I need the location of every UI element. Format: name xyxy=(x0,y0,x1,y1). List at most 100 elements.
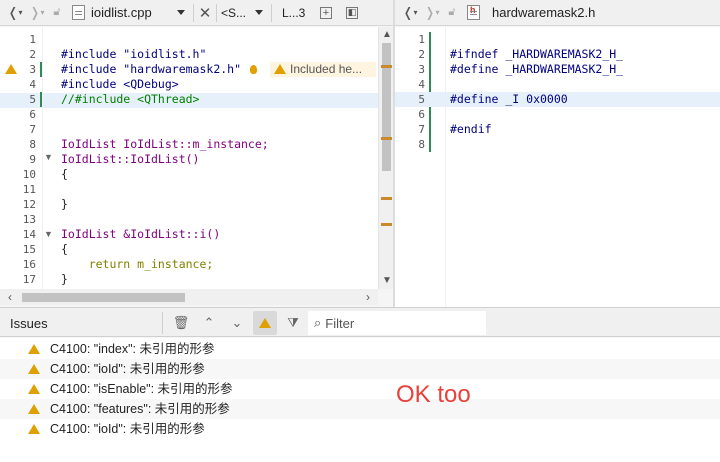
filter-funnel-icon[interactable]: ⧩ xyxy=(281,311,305,335)
line-number: 8 xyxy=(29,138,36,151)
line-indicator[interactable]: L...3 xyxy=(282,6,316,20)
code-text: #include <QDebug> xyxy=(61,77,179,91)
code-line: 3 #define _HARDWAREMASK2_H_ xyxy=(395,62,720,77)
right-file-name[interactable]: hardwaremask2.h xyxy=(492,5,595,20)
file-dropdown-arrow-icon[interactable] xyxy=(177,10,185,15)
code-line: 1 xyxy=(395,32,720,47)
code-text: IoIdList IoIdList::m_instance; xyxy=(61,137,269,151)
search-icon: ⌕ xyxy=(314,315,322,330)
code-line: 4 #include <QDebug> xyxy=(0,77,393,92)
right-editor-toolbar: ❬▾ ❭▾ 🔓︎ hardwaremask2.h xyxy=(395,0,720,26)
vertical-scroll-thumb[interactable] xyxy=(382,43,391,171)
issue-row[interactable]: C4100: "features": 未引用的形参 xyxy=(0,399,720,419)
line-number: 8 xyxy=(418,138,425,151)
left-editor-toolbar: ❬ ▾ ❭ ▾ 🔓︎ ioidlist.cpp ✕ <S... L...3 + ◧ xyxy=(0,0,393,26)
line-number: 9 xyxy=(29,153,36,166)
scrollbar-warning-marker[interactable] xyxy=(381,65,392,68)
left-editor-pane: ❬ ▾ ❭ ▾ 🔓︎ ioidlist.cpp ✕ <S... L...3 + ◧ … xyxy=(0,0,393,307)
line-number: 4 xyxy=(29,78,36,91)
back-icon[interactable]: ❬ ▾ xyxy=(4,2,26,24)
symbol-selector[interactable]: <S... xyxy=(221,6,251,20)
issue-text: C4100: "isEnable": 未引用的形参 xyxy=(50,382,233,396)
code-text: //#include <QThread> xyxy=(61,92,200,106)
scroll-left-arrow-icon[interactable]: ‹ xyxy=(8,290,12,304)
left-file-name[interactable]: ioidlist.cpp xyxy=(91,5,173,20)
line-number: 5 xyxy=(418,93,425,106)
issue-row[interactable]: C4100: "ioId": 未引用的形参 xyxy=(0,359,720,379)
code-line: 8 xyxy=(395,137,720,152)
warning-icon xyxy=(28,404,40,414)
show-warnings-toggle-icon[interactable] xyxy=(253,311,277,335)
line-number: 17 xyxy=(22,273,36,286)
left-horizontal-scrollbar[interactable]: ‹ › xyxy=(0,289,378,305)
next-issue-chevron-down-icon[interactable]: ⌄ xyxy=(225,311,249,335)
warning-icon xyxy=(259,318,271,328)
code-text: #include "ioidlist.h" xyxy=(61,47,207,61)
clear-issues-trash-icon[interactable]: 🗑︎ xyxy=(169,311,193,335)
issues-toolbar: Issues 🗑︎ ⌃ ⌄ ⧩ ⌕ Filter xyxy=(0,307,720,337)
scrollbar-search-marker[interactable] xyxy=(381,223,392,226)
lock-icon[interactable]: 🔓︎ xyxy=(443,2,461,24)
warning-icon xyxy=(28,424,40,434)
scroll-down-arrow-icon[interactable]: ▼ xyxy=(382,275,392,286)
line-number: 1 xyxy=(418,33,425,46)
warning-icon xyxy=(274,64,286,74)
code-text: } xyxy=(61,197,68,211)
inline-warning-text: Included he... xyxy=(290,62,363,76)
code-line: 7 xyxy=(0,122,393,137)
code-line: 1 xyxy=(0,32,393,47)
scrollbar-search-marker[interactable] xyxy=(381,197,392,200)
code-text: return m_instance; xyxy=(61,257,214,271)
issue-text: C4100: "ioId": 未引用的形参 xyxy=(50,362,205,376)
code-text: IoIdList &IoIdList::i() xyxy=(61,227,221,241)
split-icon[interactable]: + xyxy=(320,6,332,19)
code-line: 15 { xyxy=(0,242,393,257)
left-code-editor[interactable]: ▼ ▼ 1 2 #include "ioidlist.h" 3 #include "… xyxy=(0,27,393,289)
code-line: 12} xyxy=(0,197,393,212)
lock-icon[interactable]: 🔓︎ xyxy=(48,2,66,24)
line-number: 2 xyxy=(418,48,425,61)
code-text: { xyxy=(61,242,68,256)
lightbulb-icon[interactable] xyxy=(250,65,257,74)
issue-row[interactable]: C4100: "ioId": 未引用的形参 xyxy=(0,419,720,439)
code-line: 2 #ifndef _HARDWAREMASK2_H_ xyxy=(395,47,720,62)
right-code-editor[interactable]: 1 2 #ifndef _HARDWAREMASK2_H_ 3 #define _H… xyxy=(395,27,720,307)
line-number: 7 xyxy=(29,123,36,136)
code-text: } xyxy=(61,272,68,286)
code-text: #include "hardwaremask2.h" xyxy=(61,62,242,76)
code-text: IoIdList::IoIdList() xyxy=(61,152,200,166)
line-number: 10 xyxy=(22,168,36,181)
line-number: 5 xyxy=(29,93,36,106)
inline-warning-annotation[interactable]: Included he... xyxy=(270,62,376,77)
issue-row[interactable]: C4100: "index": 未引用的形参 xyxy=(0,339,720,359)
back-icon[interactable]: ❬ ▾ xyxy=(399,2,421,24)
issue-text: C4100: "features": 未引用的形参 xyxy=(50,402,230,416)
code-text: #define _HARDWAREMASK2_H_ xyxy=(450,62,624,76)
warning-icon xyxy=(28,344,40,354)
issues-list: C4100: "index": 未引用的形参 C4100: "ioId": 未引… xyxy=(0,338,720,462)
line-number: 6 xyxy=(418,108,425,121)
forward-icon[interactable]: ❭ ▾ xyxy=(26,2,48,24)
issue-text: C4100: "ioId": 未引用的形参 xyxy=(50,422,205,436)
code-line: 14 IoIdList &IoIdList::i() xyxy=(0,227,393,242)
header-file-icon xyxy=(467,5,480,20)
left-vertical-scrollbar[interactable]: ▲ ▼ xyxy=(378,27,393,289)
issue-row[interactable]: C4100: "isEnable": 未引用的形参 xyxy=(0,379,720,399)
code-text: #endif xyxy=(450,122,492,136)
scroll-right-arrow-icon[interactable]: › xyxy=(366,290,370,304)
scrollbar-search-marker[interactable] xyxy=(381,137,392,140)
scroll-up-arrow-icon[interactable]: ▲ xyxy=(382,29,392,40)
forward-icon[interactable]: ❭ ▾ xyxy=(421,2,443,24)
code-line: 5 #define _I 0x0000 xyxy=(395,92,720,107)
code-text: #define _I 0x0000 xyxy=(450,92,568,106)
divider xyxy=(216,3,217,22)
horizontal-scroll-thumb[interactable] xyxy=(22,293,185,302)
issues-filter-field[interactable]: ⌕ Filter xyxy=(308,311,486,335)
previous-issue-chevron-up-icon[interactable]: ⌃ xyxy=(197,311,221,335)
close-split-icon[interactable]: ◧ xyxy=(346,6,358,19)
code-line: 13 xyxy=(0,212,393,227)
symbol-dropdown-arrow-icon[interactable] xyxy=(255,10,263,15)
code-line: 11 xyxy=(0,182,393,197)
close-icon[interactable]: ✕ xyxy=(198,2,212,24)
divider xyxy=(162,312,163,334)
